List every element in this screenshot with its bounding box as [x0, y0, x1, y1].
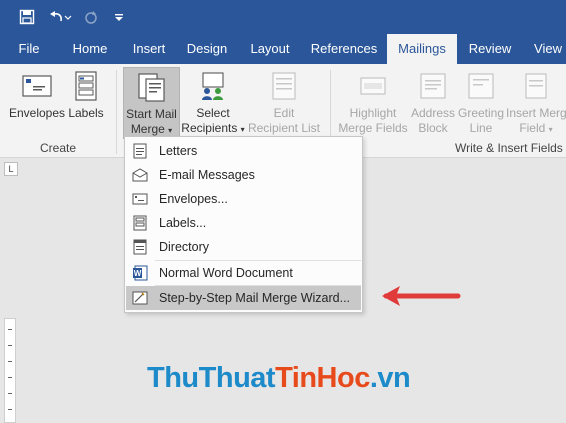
dropdown-caret-icon: ▾	[168, 126, 173, 135]
start-mail-merge-button[interactable]: Start Mail Merge ▾	[123, 67, 180, 139]
group-label-create: Create	[40, 141, 77, 155]
edit-recipient-list-button[interactable]: Edit Recipient List	[246, 70, 322, 136]
menu-item-label: Directory	[159, 240, 210, 254]
wizard-icon	[131, 289, 149, 307]
address-block-label-1: Address	[410, 106, 456, 120]
group-separator	[116, 70, 117, 154]
highlight-merge-fields-label-1: Highlight	[349, 106, 397, 120]
select-recipients-icon	[202, 72, 224, 100]
directory-icon	[131, 238, 149, 256]
edit-recipient-list-icon	[272, 72, 296, 100]
redo-icon[interactable]	[78, 4, 104, 30]
insert-merge-field-icon	[525, 73, 547, 99]
highlight-merge-fields-icon	[360, 77, 386, 95]
start-mail-merge-icon	[137, 73, 165, 102]
start-mail-merge-menu: Letters E-mail Messages Envelopes... Lab…	[124, 136, 363, 313]
envelopes-button[interactable]: Envelopes	[8, 70, 66, 121]
menu-item-email-messages[interactable]: E-mail Messages	[126, 163, 361, 187]
address-block-label-2: Block	[418, 121, 448, 135]
menu-item-labels[interactable]: Labels...	[126, 211, 361, 235]
menu-item-label: Labels...	[159, 216, 207, 230]
select-recipients-button[interactable]: Select Recipients ▾	[180, 70, 246, 137]
address-block-icon	[420, 73, 446, 99]
customize-icon[interactable]	[106, 4, 132, 30]
insert-merge-field-button[interactable]: Insert Merg Field ▾	[506, 70, 566, 137]
address-block-button[interactable]: Address Block	[410, 70, 456, 136]
envelope-icon	[22, 75, 52, 97]
watermark-part-2: TinHoc	[275, 362, 370, 394]
menu-item-letters[interactable]: Letters	[126, 139, 361, 163]
labels-button[interactable]: Labels	[66, 70, 106, 121]
menu-item-envelopes[interactable]: Envelopes...	[126, 187, 361, 211]
start-mail-merge-label-1: Start Mail	[126, 107, 177, 121]
edit-recipient-list-label-2: Recipient List	[247, 121, 321, 135]
tab-mailings[interactable]: Mailings	[387, 34, 457, 64]
undo-icon[interactable]	[42, 4, 76, 30]
menu-item-label: Envelopes...	[159, 192, 228, 206]
select-recipients-label-1: Select	[196, 106, 230, 120]
highlight-merge-fields-label-2: Merge Fields	[338, 121, 408, 135]
dropdown-caret-icon: ▾	[548, 125, 553, 134]
menu-item-label: E-mail Messages	[159, 168, 255, 182]
greeting-line-label-2: Line	[469, 121, 493, 135]
menu-item-label: Letters	[159, 144, 198, 158]
menu-item-label: Normal Word Document	[159, 266, 293, 280]
insert-merge-field-label-2: Field	[519, 121, 546, 135]
tab-insert[interactable]: Insert	[126, 34, 172, 64]
greeting-line-button[interactable]: Greeting Line	[456, 70, 506, 136]
tab-review[interactable]: Review	[464, 34, 516, 64]
watermark-part-3: .vn	[369, 362, 411, 394]
menu-item-step-by-step-wizard[interactable]: Step-by-Step Mail Merge Wizard...	[126, 286, 361, 310]
tab-view[interactable]: View	[528, 34, 566, 64]
word-icon: W	[131, 264, 149, 282]
start-mail-merge-label-2: Merge	[130, 122, 165, 136]
envelope-icon	[131, 190, 149, 208]
insert-merge-field-label-1: Insert Merg	[506, 106, 566, 120]
watermark-part-1: ThuThuat	[147, 362, 276, 394]
watermark: ThuThuatTinHoc.vn	[147, 362, 411, 395]
svg-text:W: W	[134, 269, 142, 278]
dropdown-caret-icon: ▾	[240, 125, 245, 134]
labels-icon	[131, 214, 149, 232]
ribbon-tabs: File Home Insert Design Layout Reference…	[0, 34, 566, 64]
group-label-write-insert-fields: Write & Insert Fields	[455, 141, 563, 155]
greeting-line-icon	[468, 73, 494, 99]
labels-icon	[75, 71, 97, 101]
envelopes-label: Envelopes	[8, 106, 66, 120]
menu-item-directory[interactable]: Directory	[126, 235, 361, 259]
labels-label: Labels	[68, 106, 104, 120]
select-recipients-label-2: Recipients	[181, 121, 238, 135]
letter-icon	[131, 142, 149, 160]
quick-access-toolbar	[0, 0, 566, 34]
tab-home[interactable]: Home	[66, 34, 114, 64]
menu-item-label: Step-by-Step Mail Merge Wizard...	[159, 291, 351, 305]
email-icon	[131, 166, 149, 184]
edit-recipient-list-label-1: Edit	[273, 106, 295, 120]
save-icon[interactable]	[14, 4, 40, 30]
tab-design[interactable]: Design	[182, 34, 232, 64]
tab-file[interactable]: File	[8, 34, 50, 64]
greeting-line-label-1: Greeting	[457, 106, 505, 120]
tab-layout[interactable]: Layout	[245, 34, 295, 64]
red-arrow-icon	[382, 286, 461, 306]
menu-item-normal-word-document[interactable]: W Normal Word Document	[126, 261, 361, 285]
tab-references[interactable]: References	[308, 34, 380, 64]
highlight-merge-fields-button[interactable]: Highlight Merge Fields	[336, 70, 410, 136]
vertical-ruler	[4, 318, 16, 423]
tab-selector[interactable]: L	[4, 162, 18, 176]
